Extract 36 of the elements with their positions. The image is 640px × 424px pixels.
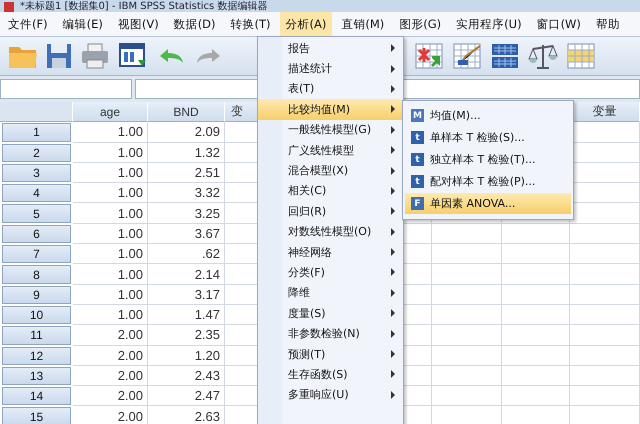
- procedure-icon: t: [411, 153, 424, 166]
- procedure-icon: F: [411, 197, 424, 210]
- procedure-icon: M: [411, 109, 424, 122]
- table-cell: 1.20: [148, 346, 225, 366]
- table-cell: 1.47: [148, 304, 225, 326]
- table-cell: 2.47: [148, 386, 225, 406]
- table-cell: 2.00: [73, 406, 148, 424]
- table-cell: 1.00: [73, 203, 148, 224]
- window-title: *未标题1 [数据集0] - IBM SPSS Statistics 数据编辑器: [20, 1, 268, 12]
- table-cell: 2.35: [148, 325, 225, 346]
- procedure-icon: t: [411, 175, 424, 188]
- table-cell: 3.25: [148, 203, 225, 224]
- table-cell: 1.00: [73, 264, 148, 285]
- table-cell: 2.00: [73, 386, 148, 406]
- table-cell: 1.00: [73, 122, 148, 143]
- procedure-icon: t: [411, 131, 424, 144]
- table-cell: 2.09: [148, 122, 225, 143]
- table-cell: .62: [148, 244, 225, 264]
- table-cell: 2.63: [148, 406, 225, 424]
- table-cell: 1.00: [73, 244, 148, 264]
- table-cell: 3.32: [148, 183, 225, 204]
- table-cell: 1.00: [73, 284, 148, 305]
- table-cell: 1.00: [73, 224, 148, 244]
- table-cell: 1.32: [148, 142, 225, 163]
- table-cell: 1.00: [73, 183, 148, 204]
- table-cell: 3.17: [148, 284, 225, 305]
- table-cell: 1.00: [73, 304, 148, 326]
- table-cell: 2.00: [73, 325, 148, 346]
- table-cell: 1.00: [73, 142, 148, 163]
- table-cell: 1.00: [73, 162, 148, 184]
- table-cell: 3.67: [148, 224, 225, 244]
- table-cell: 2.51: [148, 162, 225, 184]
- table-cell: 2.43: [148, 366, 225, 386]
- table-cell: 2.14: [148, 264, 225, 285]
- table-cell: 2.00: [73, 346, 148, 366]
- table-cell: 2.00: [73, 366, 148, 386]
